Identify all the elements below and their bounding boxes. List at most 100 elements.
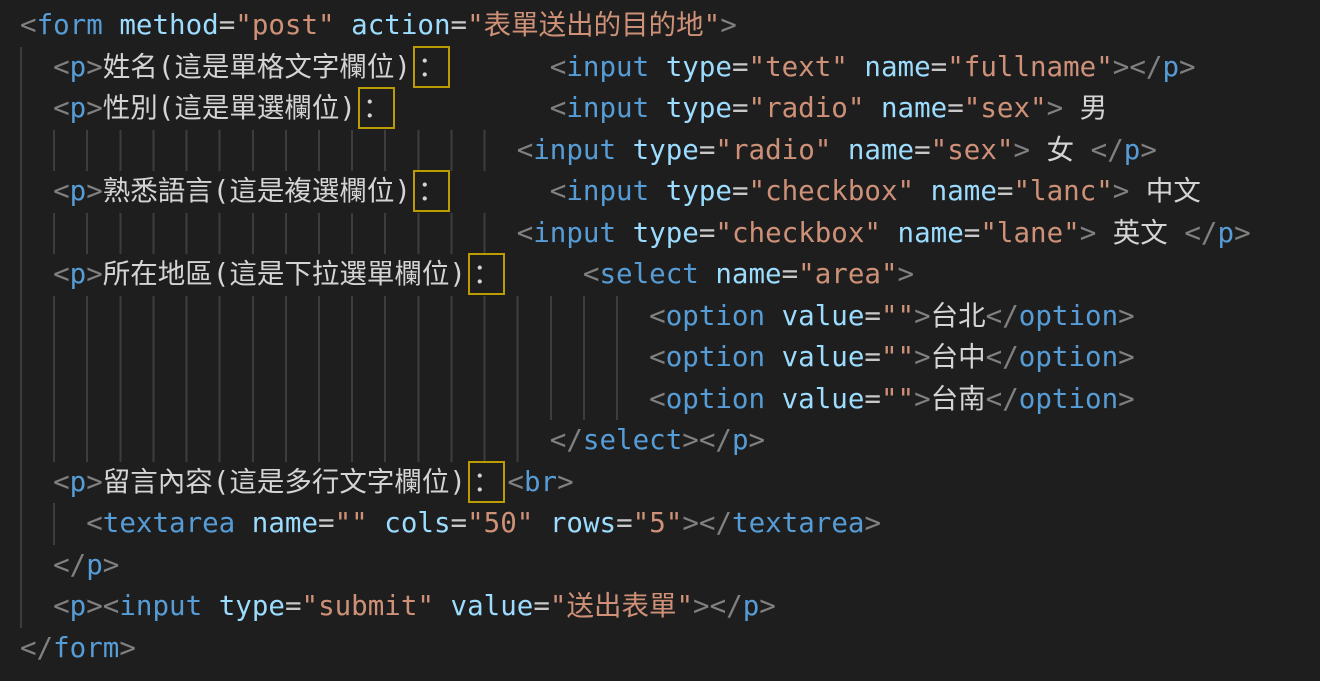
code-run: <input type="radio" name="sex"> 男 (550, 88, 1107, 130)
token-plain: 性別(這是單選欄位) (103, 92, 356, 124)
token-str: "post" (235, 9, 334, 41)
token-str: "送出表單" (550, 590, 693, 622)
code-run: <p><input type="submit" value="送出表單"></p… (53, 586, 776, 628)
token-plain: 女 (1030, 134, 1091, 166)
token-pun: > (86, 466, 103, 498)
token-pun: > (759, 590, 776, 622)
token-eq: = (451, 507, 468, 539)
token-pun: > (86, 258, 103, 290)
token-plain: 英文 (1096, 217, 1184, 249)
token-pun: > (914, 341, 931, 373)
token-tag: option (1019, 383, 1118, 415)
token-tag: input (119, 590, 202, 622)
token-eq: = (732, 51, 749, 83)
token-attr: action (351, 9, 450, 41)
token-eq: = (318, 507, 335, 539)
code-line-14: </p> (0, 545, 1320, 587)
token-tag: textarea (732, 507, 864, 539)
token-plain (914, 175, 931, 207)
token-tag: textarea (103, 507, 235, 539)
token-eq: = (782, 258, 799, 290)
token-plain (864, 92, 881, 124)
token-str: "radio" (749, 92, 865, 124)
token-eq: = (864, 300, 881, 332)
token-pun: > (720, 9, 737, 41)
token-attr: name (864, 51, 930, 83)
code-line-16: </form> (0, 628, 1320, 670)
indent-guides (20, 503, 55, 545)
token-plain: 熟悉語言(這是複選欄位) (103, 175, 411, 207)
token-pun: < (507, 466, 524, 498)
code-line-12: <p>留言內容(這是多行文字欄位)：<br> (0, 462, 1320, 504)
indent-guides (20, 337, 618, 379)
token-tag: select (599, 258, 698, 290)
token-plain (765, 341, 782, 373)
token-attr: name (848, 134, 914, 166)
token-plain: 中文 (1129, 175, 1201, 207)
unicode-highlight-box: ： (358, 87, 396, 129)
token-attr: value (782, 341, 865, 373)
token-pun: < (550, 175, 567, 207)
token-eq: = (864, 341, 881, 373)
token-str: "" (881, 383, 914, 415)
token-pun: > (119, 632, 136, 664)
token-pun: < (517, 217, 534, 249)
token-plain (848, 51, 865, 83)
token-plain (699, 258, 716, 290)
token-pun: </ (20, 632, 53, 664)
token-eq: = (864, 383, 881, 415)
token-eq: = (699, 134, 716, 166)
token-pun: </ (1184, 217, 1217, 249)
token-tag: option (1019, 341, 1118, 373)
token-tag: p (70, 466, 87, 498)
token-pun: </ (550, 424, 583, 456)
unicode-highlight-box: ： (413, 46, 451, 88)
token-plain (649, 92, 666, 124)
token-attr: rows (550, 507, 616, 539)
code-run: <p>熟悉語言(這是複選欄位)： (53, 171, 452, 213)
indent-guides (20, 88, 22, 130)
token-pun: > (1179, 51, 1196, 83)
code-run: <input type="text" name="fullname"></p> (550, 47, 1196, 89)
token-pun: > (1113, 175, 1130, 207)
token-str: "submit" (302, 590, 434, 622)
token-tag: option (666, 383, 765, 415)
token-pun: </ (986, 341, 1019, 373)
code-run: <p>所在地區(這是下拉選單欄位)： (53, 254, 507, 296)
token-tag: option (1019, 300, 1118, 332)
code-editor[interactable]: <form method="post" action="表單送出的目的地"><p… (0, 0, 1320, 681)
token-str: "5" (633, 507, 683, 539)
token-pun: ></ (682, 424, 732, 456)
token-attr: name (931, 175, 997, 207)
token-pun: < (53, 258, 70, 290)
token-tag: form (37, 9, 103, 41)
token-plain (881, 217, 898, 249)
token-pun: < (649, 300, 666, 332)
code-run: </form> (20, 628, 136, 670)
token-str: "lanc" (1013, 175, 1112, 207)
token-plain: 台北 (931, 300, 986, 332)
token-attr: value (451, 590, 534, 622)
token-pun: < (20, 9, 37, 41)
token-attr: name (252, 507, 318, 539)
token-plain: 台中 (931, 341, 986, 373)
token-plain: 男 (1063, 92, 1107, 124)
token-plain (616, 134, 633, 166)
token-str: "radio" (715, 134, 831, 166)
code-line-11: </select></p> (0, 420, 1320, 462)
token-tag: p (1162, 51, 1179, 83)
token-tag: p (1218, 217, 1235, 249)
code-run: </p> (53, 545, 119, 587)
token-pun: > (1118, 300, 1135, 332)
token-attr: type (666, 51, 732, 83)
token-tag: option (666, 341, 765, 373)
token-pun: </ (53, 549, 86, 581)
token-str: "表單送出的目的地" (467, 9, 720, 41)
token-tag: input (533, 134, 616, 166)
token-attr: name (715, 258, 781, 290)
token-tag: p (70, 92, 87, 124)
token-pun: ></ (693, 590, 743, 622)
token-plain (831, 134, 848, 166)
token-pun: < (86, 507, 103, 539)
code-line-3: <p>性別(這是單選欄位)：<input type="radio" name="… (0, 88, 1320, 130)
